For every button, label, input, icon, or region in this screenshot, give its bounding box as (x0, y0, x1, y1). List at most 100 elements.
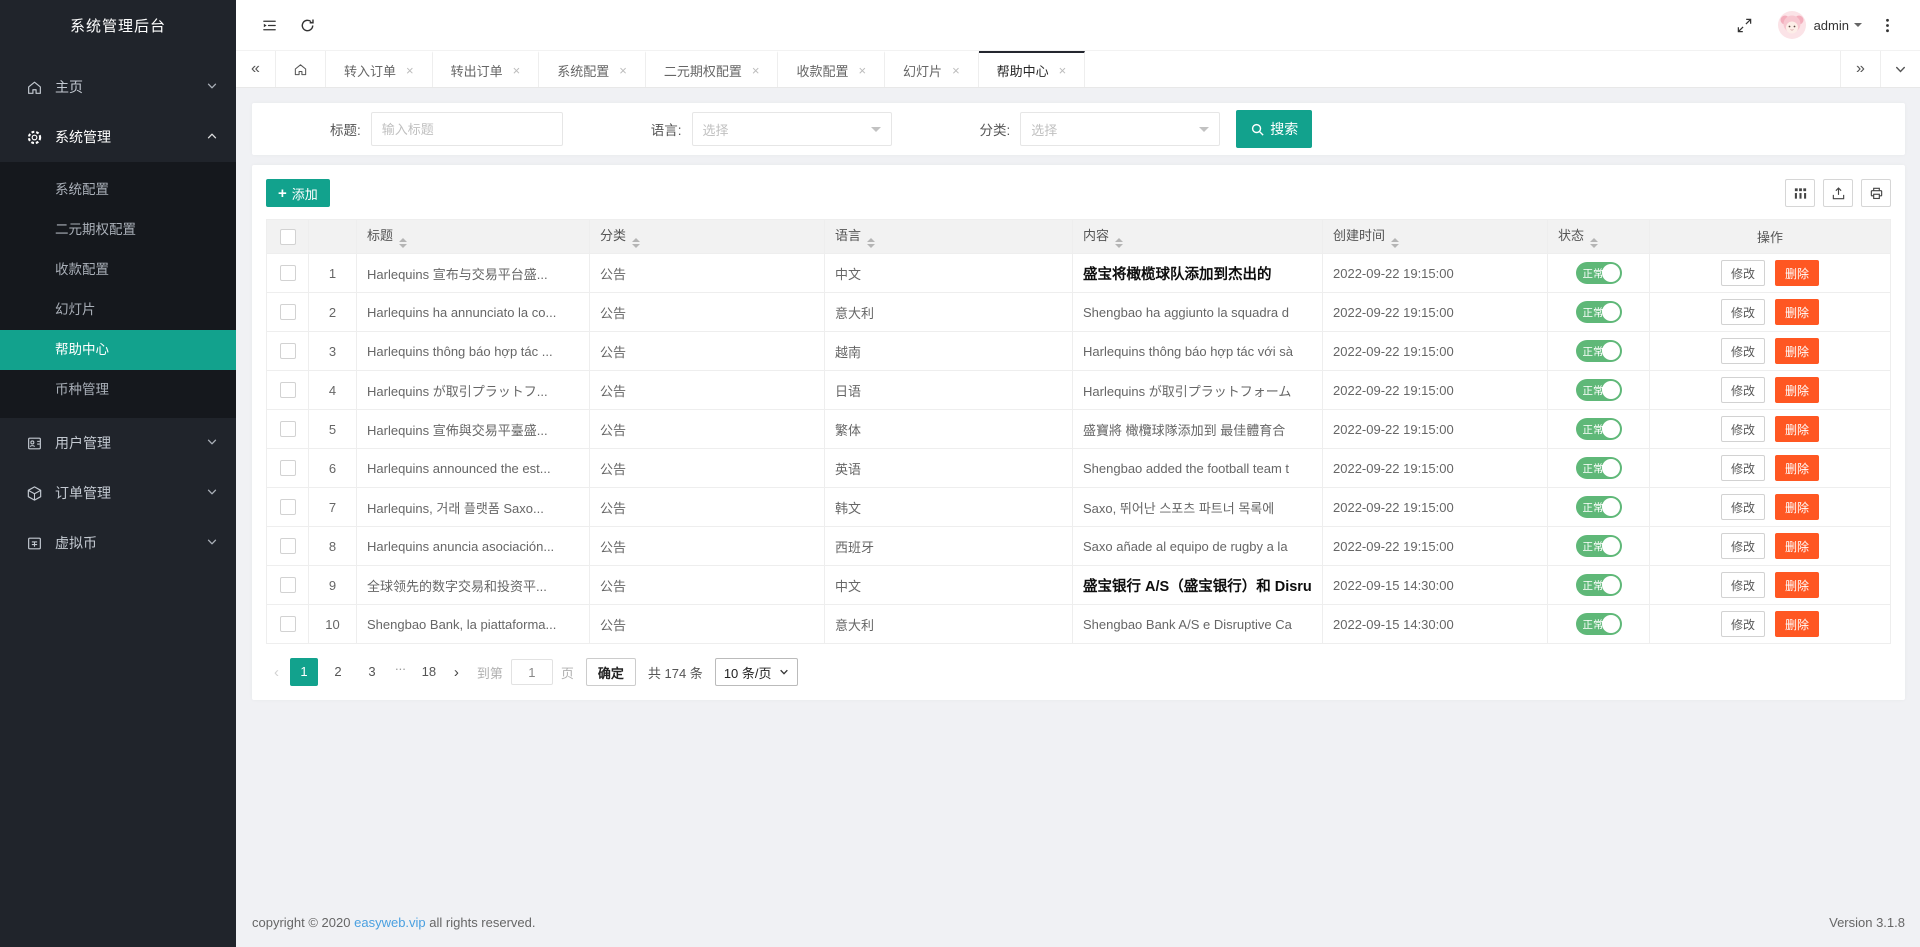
title-input[interactable] (370, 112, 563, 146)
more-options-icon[interactable] (1868, 0, 1906, 50)
row-checkbox[interactable] (279, 343, 296, 360)
column-header-status[interactable]: 状态 (1547, 219, 1650, 254)
tab-close-icon[interactable]: × (406, 63, 414, 78)
status-toggle[interactable]: 正常 (1575, 340, 1622, 362)
next-page-button[interactable]: › (446, 664, 467, 681)
page-button-3[interactable]: 3 (358, 658, 386, 686)
edit-button[interactable]: 修改 (1720, 260, 1765, 286)
select-all-checkbox[interactable] (279, 228, 296, 245)
tabs-menu-button[interactable] (1880, 51, 1920, 87)
status-toggle[interactable]: 正常 (1575, 379, 1622, 401)
tab-close-icon[interactable]: × (752, 63, 760, 78)
edit-button[interactable]: 修改 (1720, 572, 1765, 598)
column-header-language[interactable]: 语言 (824, 219, 1073, 254)
column-header-title[interactable]: 标题 (356, 219, 590, 254)
refresh-icon[interactable] (288, 0, 326, 50)
delete-button[interactable]: 删除 (1775, 338, 1820, 364)
columns-filter-icon[interactable] (1785, 179, 1815, 207)
print-icon[interactable] (1861, 179, 1891, 207)
sidebar-item-用户管理[interactable]: 用户管理 (0, 418, 236, 468)
tab-close-icon[interactable]: × (1059, 63, 1067, 78)
jump-confirm-button[interactable]: 确定 (585, 658, 636, 686)
tab-帮助中心[interactable]: 帮助中心 × (978, 51, 1086, 87)
sidebar-item-系统管理[interactable]: 系统管理 (0, 112, 236, 162)
row-checkbox[interactable] (279, 382, 296, 399)
edit-button[interactable]: 修改 (1720, 494, 1765, 520)
row-checkbox[interactable] (279, 577, 296, 594)
tab-close-icon[interactable]: × (619, 63, 627, 78)
page-button-1[interactable]: 1 (290, 658, 318, 686)
submenu-item-币种管理[interactable]: 币种管理 (0, 370, 236, 410)
row-checkbox[interactable] (279, 616, 296, 633)
edit-button[interactable]: 修改 (1720, 455, 1765, 481)
row-checkbox[interactable] (279, 499, 296, 516)
tab-close-icon[interactable]: × (858, 63, 866, 78)
add-button[interactable]: + 添加 (266, 179, 330, 207)
tab-close-icon[interactable]: × (952, 63, 960, 78)
sort-icon[interactable] (1115, 238, 1124, 248)
status-toggle[interactable]: 正常 (1575, 262, 1622, 284)
tab-转出订单[interactable]: 转出订单 × (433, 51, 540, 87)
export-icon[interactable] (1823, 179, 1853, 207)
delete-button[interactable]: 删除 (1775, 611, 1820, 637)
status-toggle[interactable]: 正常 (1575, 418, 1622, 440)
column-header-created[interactable]: 创建时间 (1322, 219, 1548, 254)
status-toggle[interactable]: 正常 (1575, 574, 1622, 596)
status-toggle[interactable]: 正常 (1575, 496, 1622, 518)
tab-二元期权配置[interactable]: 二元期权配置 × (646, 51, 779, 87)
edit-button[interactable]: 修改 (1720, 416, 1765, 442)
tab-home[interactable] (276, 51, 326, 87)
tab-close-icon[interactable]: × (513, 63, 521, 78)
status-toggle[interactable]: 正常 (1575, 535, 1622, 557)
sort-icon[interactable] (399, 238, 408, 248)
menu-toggle-icon[interactable] (250, 0, 288, 50)
status-toggle[interactable]: 正常 (1575, 613, 1622, 635)
submenu-item-收款配置[interactable]: 收款配置 (0, 250, 236, 290)
submenu-item-二元期权配置[interactable]: 二元期权配置 (0, 210, 236, 250)
submenu-item-系统配置[interactable]: 系统配置 (0, 170, 236, 210)
delete-button[interactable]: 删除 (1775, 455, 1820, 481)
tabs-scroll-right-button[interactable]: » (1840, 51, 1880, 87)
prev-page-button[interactable]: ‹ (266, 664, 287, 681)
row-checkbox[interactable] (279, 421, 296, 438)
delete-button[interactable]: 删除 (1775, 377, 1820, 403)
delete-button[interactable]: 删除 (1775, 416, 1820, 442)
edit-button[interactable]: 修改 (1720, 377, 1765, 403)
submenu-item-幻灯片[interactable]: 幻灯片 (0, 290, 236, 330)
sidebar-item-虚拟币[interactable]: 虚拟币 (0, 518, 236, 568)
jump-page-input[interactable] (510, 659, 553, 685)
delete-button[interactable]: 删除 (1775, 494, 1820, 520)
edit-button[interactable]: 修改 (1720, 299, 1765, 325)
delete-button[interactable]: 删除 (1775, 533, 1820, 559)
sort-icon[interactable] (1391, 238, 1400, 248)
delete-button[interactable]: 删除 (1775, 299, 1820, 325)
tabs-scroll-left-button[interactable]: « (236, 51, 276, 87)
delete-button[interactable]: 删除 (1775, 572, 1820, 598)
row-checkbox[interactable] (279, 460, 296, 477)
column-header-content[interactable]: 内容 (1072, 219, 1323, 254)
delete-button[interactable]: 删除 (1775, 260, 1820, 286)
row-checkbox[interactable] (279, 265, 296, 282)
status-toggle[interactable]: 正常 (1575, 457, 1622, 479)
sidebar-item-主页[interactable]: 主页 (0, 62, 236, 112)
easyweb-link[interactable]: easyweb.vip (354, 915, 426, 930)
page-size-select[interactable]: 10 条/页 (714, 658, 798, 686)
tab-幻灯片[interactable]: 幻灯片 × (885, 51, 979, 87)
sort-icon[interactable] (1590, 238, 1599, 248)
edit-button[interactable]: 修改 (1720, 611, 1765, 637)
sidebar-item-订单管理[interactable]: 订单管理 (0, 468, 236, 518)
category-select[interactable]: 选择 (1020, 112, 1221, 146)
row-checkbox[interactable] (279, 304, 296, 321)
username-dropdown[interactable]: admin (1814, 18, 1849, 33)
tab-转入订单[interactable]: 转入订单 × (326, 51, 433, 87)
page-button-2[interactable]: 2 (324, 658, 352, 686)
column-header-category[interactable]: 分类 (589, 219, 825, 254)
tab-收款配置[interactable]: 收款配置 × (778, 51, 886, 87)
edit-button[interactable]: 修改 (1720, 338, 1765, 364)
search-button[interactable]: 搜索 (1236, 110, 1313, 148)
submenu-item-帮助中心[interactable]: 帮助中心 (0, 330, 236, 370)
tab-系统配置[interactable]: 系统配置 × (539, 51, 646, 87)
avatar[interactable] (1777, 11, 1806, 39)
page-button-18[interactable]: 18 (415, 658, 443, 686)
sort-icon[interactable] (632, 238, 641, 248)
